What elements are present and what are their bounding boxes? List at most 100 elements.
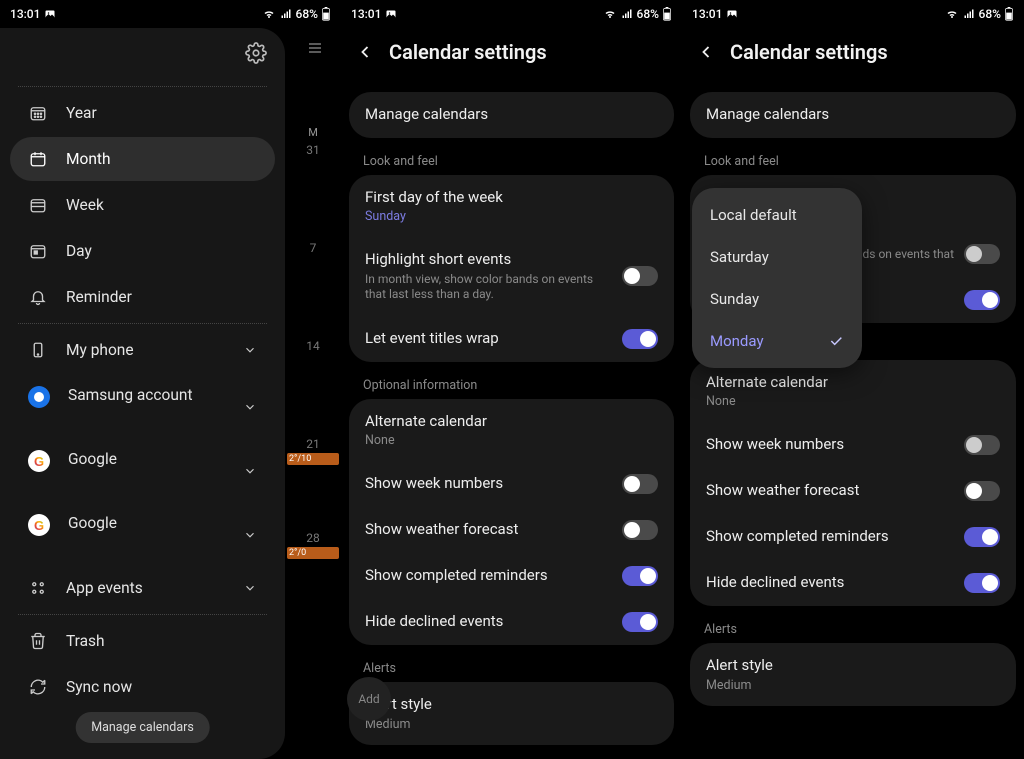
- drawer-item-label: Sync now: [66, 678, 132, 696]
- row-highlight[interactable]: Highlight short events In month view, sh…: [349, 237, 674, 316]
- settings-header: Calendar settings: [682, 28, 1024, 88]
- row-alt-calendar[interactable]: Alternate calendar None: [690, 360, 1016, 423]
- day-cell[interactable]: 21 2°/10: [285, 437, 341, 465]
- drawer-item-reminder[interactable]: Reminder: [10, 275, 275, 319]
- day-cell[interactable]: 7: [285, 241, 341, 255]
- toggle-completed[interactable]: [964, 527, 1000, 547]
- manage-card: Manage calendars: [349, 92, 674, 138]
- drawer-item-label: App events: [66, 579, 143, 597]
- navigation-drawer: Year Month Week Day Reminder My phone Sa…: [0, 28, 285, 759]
- chevron-down-icon: [243, 464, 257, 478]
- drawer-item-label: Reminder: [66, 288, 132, 306]
- row-title: First day of the week: [365, 188, 658, 208]
- calendar-week-icon: [28, 195, 48, 215]
- weekday-header: M: [285, 126, 341, 139]
- picture-icon: [726, 8, 738, 20]
- row-wrap[interactable]: Let event titles wrap: [349, 316, 674, 362]
- drawer-item-sync[interactable]: Sync now: [10, 665, 275, 709]
- settings-popup-panel: 13:01 68% Calendar settings Manage calen…: [682, 0, 1024, 759]
- toggle-completed[interactable]: [622, 566, 658, 586]
- divider: [18, 86, 267, 87]
- popup-option-sunday[interactable]: Sunday: [692, 278, 862, 320]
- back-icon[interactable]: [355, 42, 375, 62]
- popup-option-monday[interactable]: Monday: [692, 320, 862, 362]
- drawer-item-trash[interactable]: Trash: [10, 619, 275, 663]
- toggle-week-numbers[interactable]: [622, 474, 658, 494]
- row-week-numbers[interactable]: Show week numbers: [349, 461, 674, 507]
- battery-icon: [1004, 7, 1014, 21]
- drawer-item-label: Month: [66, 150, 111, 168]
- row-title: Highlight short events: [365, 250, 612, 270]
- add-button[interactable]: Add: [347, 677, 391, 721]
- manage-calendars-chip[interactable]: Manage calendars: [75, 712, 210, 743]
- look-card: First day of the week Sunday Highlight s…: [349, 175, 674, 362]
- row-declined[interactable]: Hide declined events: [690, 560, 1016, 606]
- row-weather[interactable]: Show weather forecast: [690, 468, 1016, 514]
- day-cell[interactable]: 28 2°/0: [285, 531, 341, 559]
- signal-icon: [620, 8, 634, 20]
- drawer-item-month[interactable]: Month: [10, 137, 275, 181]
- drawer-item-day[interactable]: Day: [10, 229, 275, 273]
- toggle-weather[interactable]: [622, 520, 658, 540]
- drawer-item-week[interactable]: Week: [10, 183, 275, 227]
- toggle-declined[interactable]: [622, 612, 658, 632]
- chevron-down-icon: [243, 581, 257, 595]
- row-value: None: [706, 394, 1000, 409]
- drawer-item-myphone[interactable]: My phone: [10, 328, 275, 372]
- weather-event: 2°/10: [287, 453, 339, 465]
- drawer-item-label: Google: [68, 514, 117, 532]
- drawer-item-google[interactable]: G Google: [10, 438, 275, 500]
- row-first-day[interactable]: First day of the week Sunday: [349, 175, 674, 238]
- battery-pct: 68%: [296, 7, 318, 21]
- toggle-weather[interactable]: [964, 481, 1000, 501]
- toggle-highlight[interactable]: [622, 266, 658, 286]
- row-title: Show weather forecast: [706, 481, 859, 501]
- popup-option-local-default[interactable]: Local default: [692, 194, 862, 236]
- row-manage-calendars[interactable]: Manage calendars: [690, 92, 1016, 138]
- row-title: Manage calendars: [365, 105, 488, 125]
- row-completed[interactable]: Show completed reminders: [690, 514, 1016, 560]
- row-alert-style[interactable]: Alert style Medium: [690, 643, 1016, 706]
- drawer-item-label: Trash: [66, 632, 105, 650]
- day-cell[interactable]: 14: [285, 339, 341, 353]
- row-declined[interactable]: Hide declined events: [349, 599, 674, 645]
- row-desc: In month view, show color bands on event…: [365, 272, 612, 303]
- optional-card: Alternate calendar None Show week number…: [349, 399, 674, 646]
- row-completed[interactable]: Show completed reminders: [349, 553, 674, 599]
- popup-option-saturday[interactable]: Saturday: [692, 236, 862, 278]
- battery-pct: 68%: [637, 7, 659, 21]
- battery-icon: [321, 7, 331, 21]
- drawer-item-google[interactable]: G Google: [10, 502, 275, 564]
- page-title: Calendar settings: [730, 40, 888, 64]
- row-weather[interactable]: Show weather forecast: [349, 507, 674, 553]
- toggle-highlight[interactable]: [964, 244, 1000, 264]
- row-manage-calendars[interactable]: Manage calendars: [349, 92, 674, 138]
- toggle-declined[interactable]: [964, 573, 1000, 593]
- toggle-week-numbers[interactable]: [964, 435, 1000, 455]
- clock: 13:01: [692, 7, 722, 21]
- back-icon[interactable]: [696, 42, 716, 62]
- gear-icon[interactable]: [245, 42, 267, 64]
- drawer-item-samsung[interactable]: Samsung account: [10, 374, 275, 436]
- drawer-item-year[interactable]: Year: [10, 91, 275, 135]
- battery-icon: [662, 7, 672, 21]
- page-title: Calendar settings: [389, 40, 547, 64]
- row-alt-calendar[interactable]: Alternate calendar None: [349, 399, 674, 462]
- first-day-popup: Local default Saturday Sunday Monday: [692, 188, 862, 368]
- row-alert-style[interactable]: Alert style Medium: [349, 682, 674, 745]
- toggle-wrap[interactable]: [622, 329, 658, 349]
- row-week-numbers[interactable]: Show week numbers: [690, 422, 1016, 468]
- chevron-down-icon: [243, 343, 257, 357]
- bell-icon: [28, 287, 48, 307]
- check-icon: [828, 333, 844, 349]
- hamburger-icon[interactable]: [305, 40, 341, 56]
- picture-icon: [385, 8, 397, 20]
- clock: 13:01: [10, 7, 40, 21]
- drawer-panel: 13:01 68% M 31 7 14 21 2°/10 28: [0, 0, 341, 759]
- row-title: Alert style: [365, 695, 658, 715]
- day-cell[interactable]: 31: [285, 143, 341, 157]
- section-label: Look and feel: [363, 154, 660, 169]
- row-title: Alternate calendar: [706, 373, 1000, 393]
- drawer-item-appevents[interactable]: App events: [10, 566, 275, 610]
- toggle-wrap[interactable]: [964, 290, 1000, 310]
